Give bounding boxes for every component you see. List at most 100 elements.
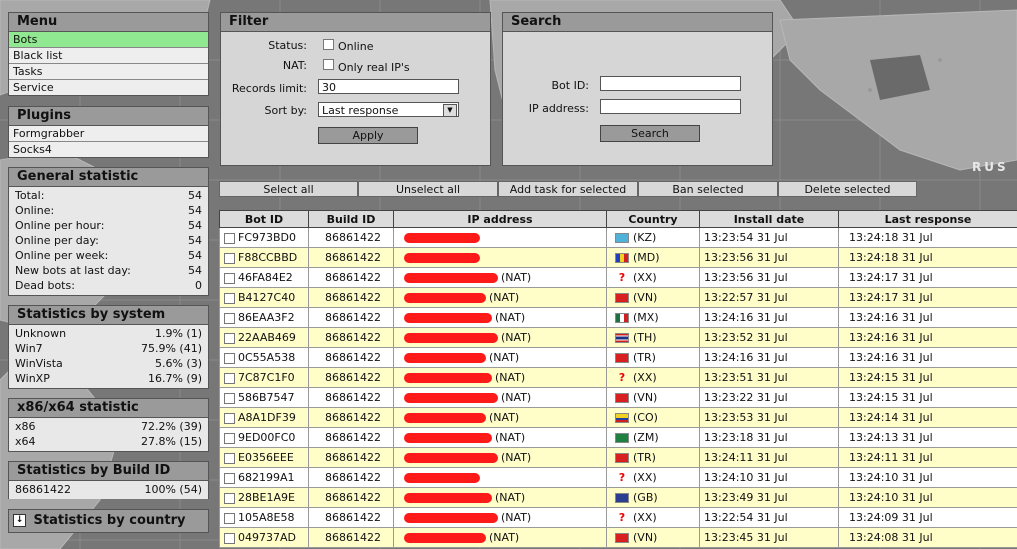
- cell-install-date: 13:24:16 31 Jul: [699, 307, 839, 328]
- col-bot-id[interactable]: Bot ID: [219, 210, 309, 228]
- cell-ip-address: (NAT): [393, 287, 607, 308]
- only-real-ip-checkbox[interactable]: [323, 59, 334, 70]
- row-checkbox[interactable]: [224, 472, 235, 484]
- table-row[interactable]: 049737AD 86861422 (NAT) (VN) 13:23:45 31 Jul…: [219, 527, 1017, 548]
- row-checkbox[interactable]: [224, 312, 235, 324]
- bot-id-text[interactable]: 9ED00FC0: [238, 431, 295, 444]
- bot-id-text[interactable]: 7C87C1F0: [238, 371, 295, 384]
- row-checkbox[interactable]: [224, 512, 235, 524]
- bot-id-text[interactable]: A8A1DF39: [238, 411, 296, 424]
- plugin-item-socks4[interactable]: Socks4: [9, 142, 208, 157]
- row-checkbox[interactable]: [224, 492, 235, 504]
- nat-tag: (NAT): [495, 311, 526, 324]
- table-row[interactable]: 7C87C1F0 86861422 (NAT)? (XX) 13:23:51 31 Ju…: [219, 367, 1017, 388]
- bot-id-text[interactable]: E0356EEE: [238, 451, 294, 464]
- menu-item-service[interactable]: Service: [9, 80, 208, 95]
- bot-id-text[interactable]: F88CCBBD: [238, 251, 297, 264]
- table-row[interactable]: 682199A1 86861422? (XX) 13:24:10 31 Jul 13:2…: [219, 467, 1017, 488]
- cell-ip-address: (NAT): [393, 507, 607, 528]
- nat-tag: (NAT): [489, 531, 520, 544]
- bot-id-input[interactable]: [600, 76, 741, 91]
- menu-item-tasks[interactable]: Tasks: [9, 64, 208, 80]
- bot-id-text[interactable]: 22AAB469: [238, 331, 296, 344]
- cell-ip-address: [393, 227, 607, 248]
- col-ip-address[interactable]: IP address: [393, 210, 607, 228]
- delete-selected-button[interactable]: Delete selected: [778, 181, 917, 197]
- bot-id-text[interactable]: 682199A1: [238, 471, 295, 484]
- bot-id-text[interactable]: 049737AD: [238, 531, 296, 544]
- row-checkbox[interactable]: [224, 452, 235, 464]
- row-checkbox[interactable]: [224, 352, 235, 364]
- country-statistic-panel[interactable]: ↓ Statistics by country: [8, 509, 209, 533]
- row-checkbox[interactable]: [224, 252, 235, 264]
- col-country[interactable]: Country: [606, 210, 700, 228]
- table-row[interactable]: 46FA84E2 86861422 (NAT)? (XX) 13:23:56 31 Ju…: [219, 267, 1017, 288]
- table-row[interactable]: E0356EEE 86861422 (NAT) (TR) 13:24:11 31 Jul…: [219, 447, 1017, 468]
- col-build-id[interactable]: Build ID: [308, 210, 394, 228]
- apply-button[interactable]: Apply: [318, 127, 418, 144]
- menu-item-bots[interactable]: Bots: [9, 32, 208, 48]
- bot-id-text[interactable]: 86EAA3F2: [238, 311, 295, 324]
- system-stat-value: 5.6% (3): [154, 357, 202, 370]
- col-last-response[interactable]: Last response: [838, 210, 1017, 228]
- country-code: (VN): [633, 531, 658, 544]
- ip-address-input[interactable]: [600, 99, 741, 114]
- arch-stat-label: x86: [15, 420, 36, 433]
- cell-bot-id: 682199A1: [219, 467, 309, 488]
- table-row[interactable]: B4127C40 86861422 (NAT) (VN) 13:22:57 31 Jul…: [219, 287, 1017, 308]
- table-row[interactable]: 28BE1A9E 86861422 (NAT) (GB) 13:23:49 31 Jul…: [219, 487, 1017, 508]
- bot-id-text[interactable]: 46FA84E2: [238, 271, 293, 284]
- row-checkbox[interactable]: [224, 292, 235, 304]
- row-checkbox[interactable]: [224, 412, 235, 424]
- table-row[interactable]: 86EAA3F2 86861422 (NAT) (MX) 13:24:16 31 Jul…: [219, 307, 1017, 328]
- flag-md-icon: [615, 253, 629, 263]
- records-limit-label: Records limit:: [231, 82, 307, 95]
- ban-selected-button[interactable]: Ban selected: [638, 181, 778, 197]
- select-all-button[interactable]: Select all: [219, 181, 358, 197]
- row-checkbox[interactable]: [224, 532, 235, 544]
- cell-build-id: 86861422: [308, 527, 394, 548]
- bot-id-text[interactable]: 586B7547: [238, 391, 295, 404]
- expand-arrow-icon[interactable]: ↓: [13, 514, 26, 527]
- menu-item-black-list[interactable]: Black list: [9, 48, 208, 64]
- table-row[interactable]: F88CCBBD 86861422 (MD) 13:23:56 31 Jul 13:24…: [219, 247, 1017, 268]
- search-button[interactable]: Search: [600, 125, 700, 142]
- bot-id-text[interactable]: 28BE1A9E: [238, 491, 295, 504]
- row-checkbox[interactable]: [224, 332, 235, 344]
- cell-last-response: 13:24:08 31 Jul: [838, 527, 1017, 548]
- table-row[interactable]: 22AAB469 86861422 (NAT) (TH) 13:23:52 31 Jul…: [219, 327, 1017, 348]
- row-checkbox[interactable]: [224, 432, 235, 444]
- cell-install-date: 13:22:54 31 Jul: [699, 507, 839, 528]
- table-row[interactable]: 586B7547 86861422 (NAT) (VN) 13:23:22 31 Jul…: [219, 387, 1017, 408]
- redacted-ip-mark: [404, 233, 480, 243]
- row-checkbox[interactable]: [224, 392, 235, 404]
- add-task-button[interactable]: Add task for selected: [498, 181, 638, 197]
- bot-id-text[interactable]: 0C55A538: [238, 351, 295, 364]
- nat-label: NAT:: [282, 59, 307, 72]
- row-checkbox[interactable]: [224, 372, 235, 384]
- sort-by-select[interactable]: Last response ▼: [318, 102, 459, 117]
- cell-install-date: 13:24:10 31 Jul: [699, 467, 839, 488]
- bot-id-text[interactable]: 105A8E58: [238, 511, 294, 524]
- redacted-ip-mark: [404, 253, 480, 263]
- table-row[interactable]: 9ED00FC0 86861422 (NAT) (ZM) 13:23:18 31 Jul…: [219, 427, 1017, 448]
- row-checkbox[interactable]: [224, 272, 235, 284]
- records-limit-input[interactable]: 30: [318, 79, 459, 94]
- unselect-all-button[interactable]: Unselect all: [358, 181, 498, 197]
- flag-gb-icon: [615, 493, 629, 503]
- bot-id-text[interactable]: B4127C40: [238, 291, 295, 304]
- table-row[interactable]: 105A8E58 86861422 (NAT)? (XX) 13:22:54 31 Ju…: [219, 507, 1017, 528]
- table-row[interactable]: FC973BD0 86861422 (KZ) 13:23:54 31 Jul 13:24…: [219, 227, 1017, 248]
- table-row[interactable]: 0C55A538 86861422 (NAT) (TR) 13:24:16 31 Jul…: [219, 347, 1017, 368]
- plugin-item-formgrabber[interactable]: Formgrabber: [9, 126, 208, 142]
- cell-bot-id: FC973BD0: [219, 227, 309, 248]
- col-install-date[interactable]: Install date: [699, 210, 839, 228]
- row-checkbox[interactable]: [224, 232, 235, 244]
- dropdown-arrow-icon[interactable]: ▼: [443, 104, 457, 117]
- flag-vn-icon: [615, 533, 629, 543]
- table-row[interactable]: A8A1DF39 86861422 (NAT) (CO) 13:23:53 31 Jul…: [219, 407, 1017, 428]
- online-checkbox[interactable]: [323, 39, 334, 50]
- status-label: Status:: [268, 39, 307, 52]
- bot-id-text[interactable]: FC973BD0: [238, 231, 296, 244]
- build-stat-value: 100% (54): [144, 483, 202, 496]
